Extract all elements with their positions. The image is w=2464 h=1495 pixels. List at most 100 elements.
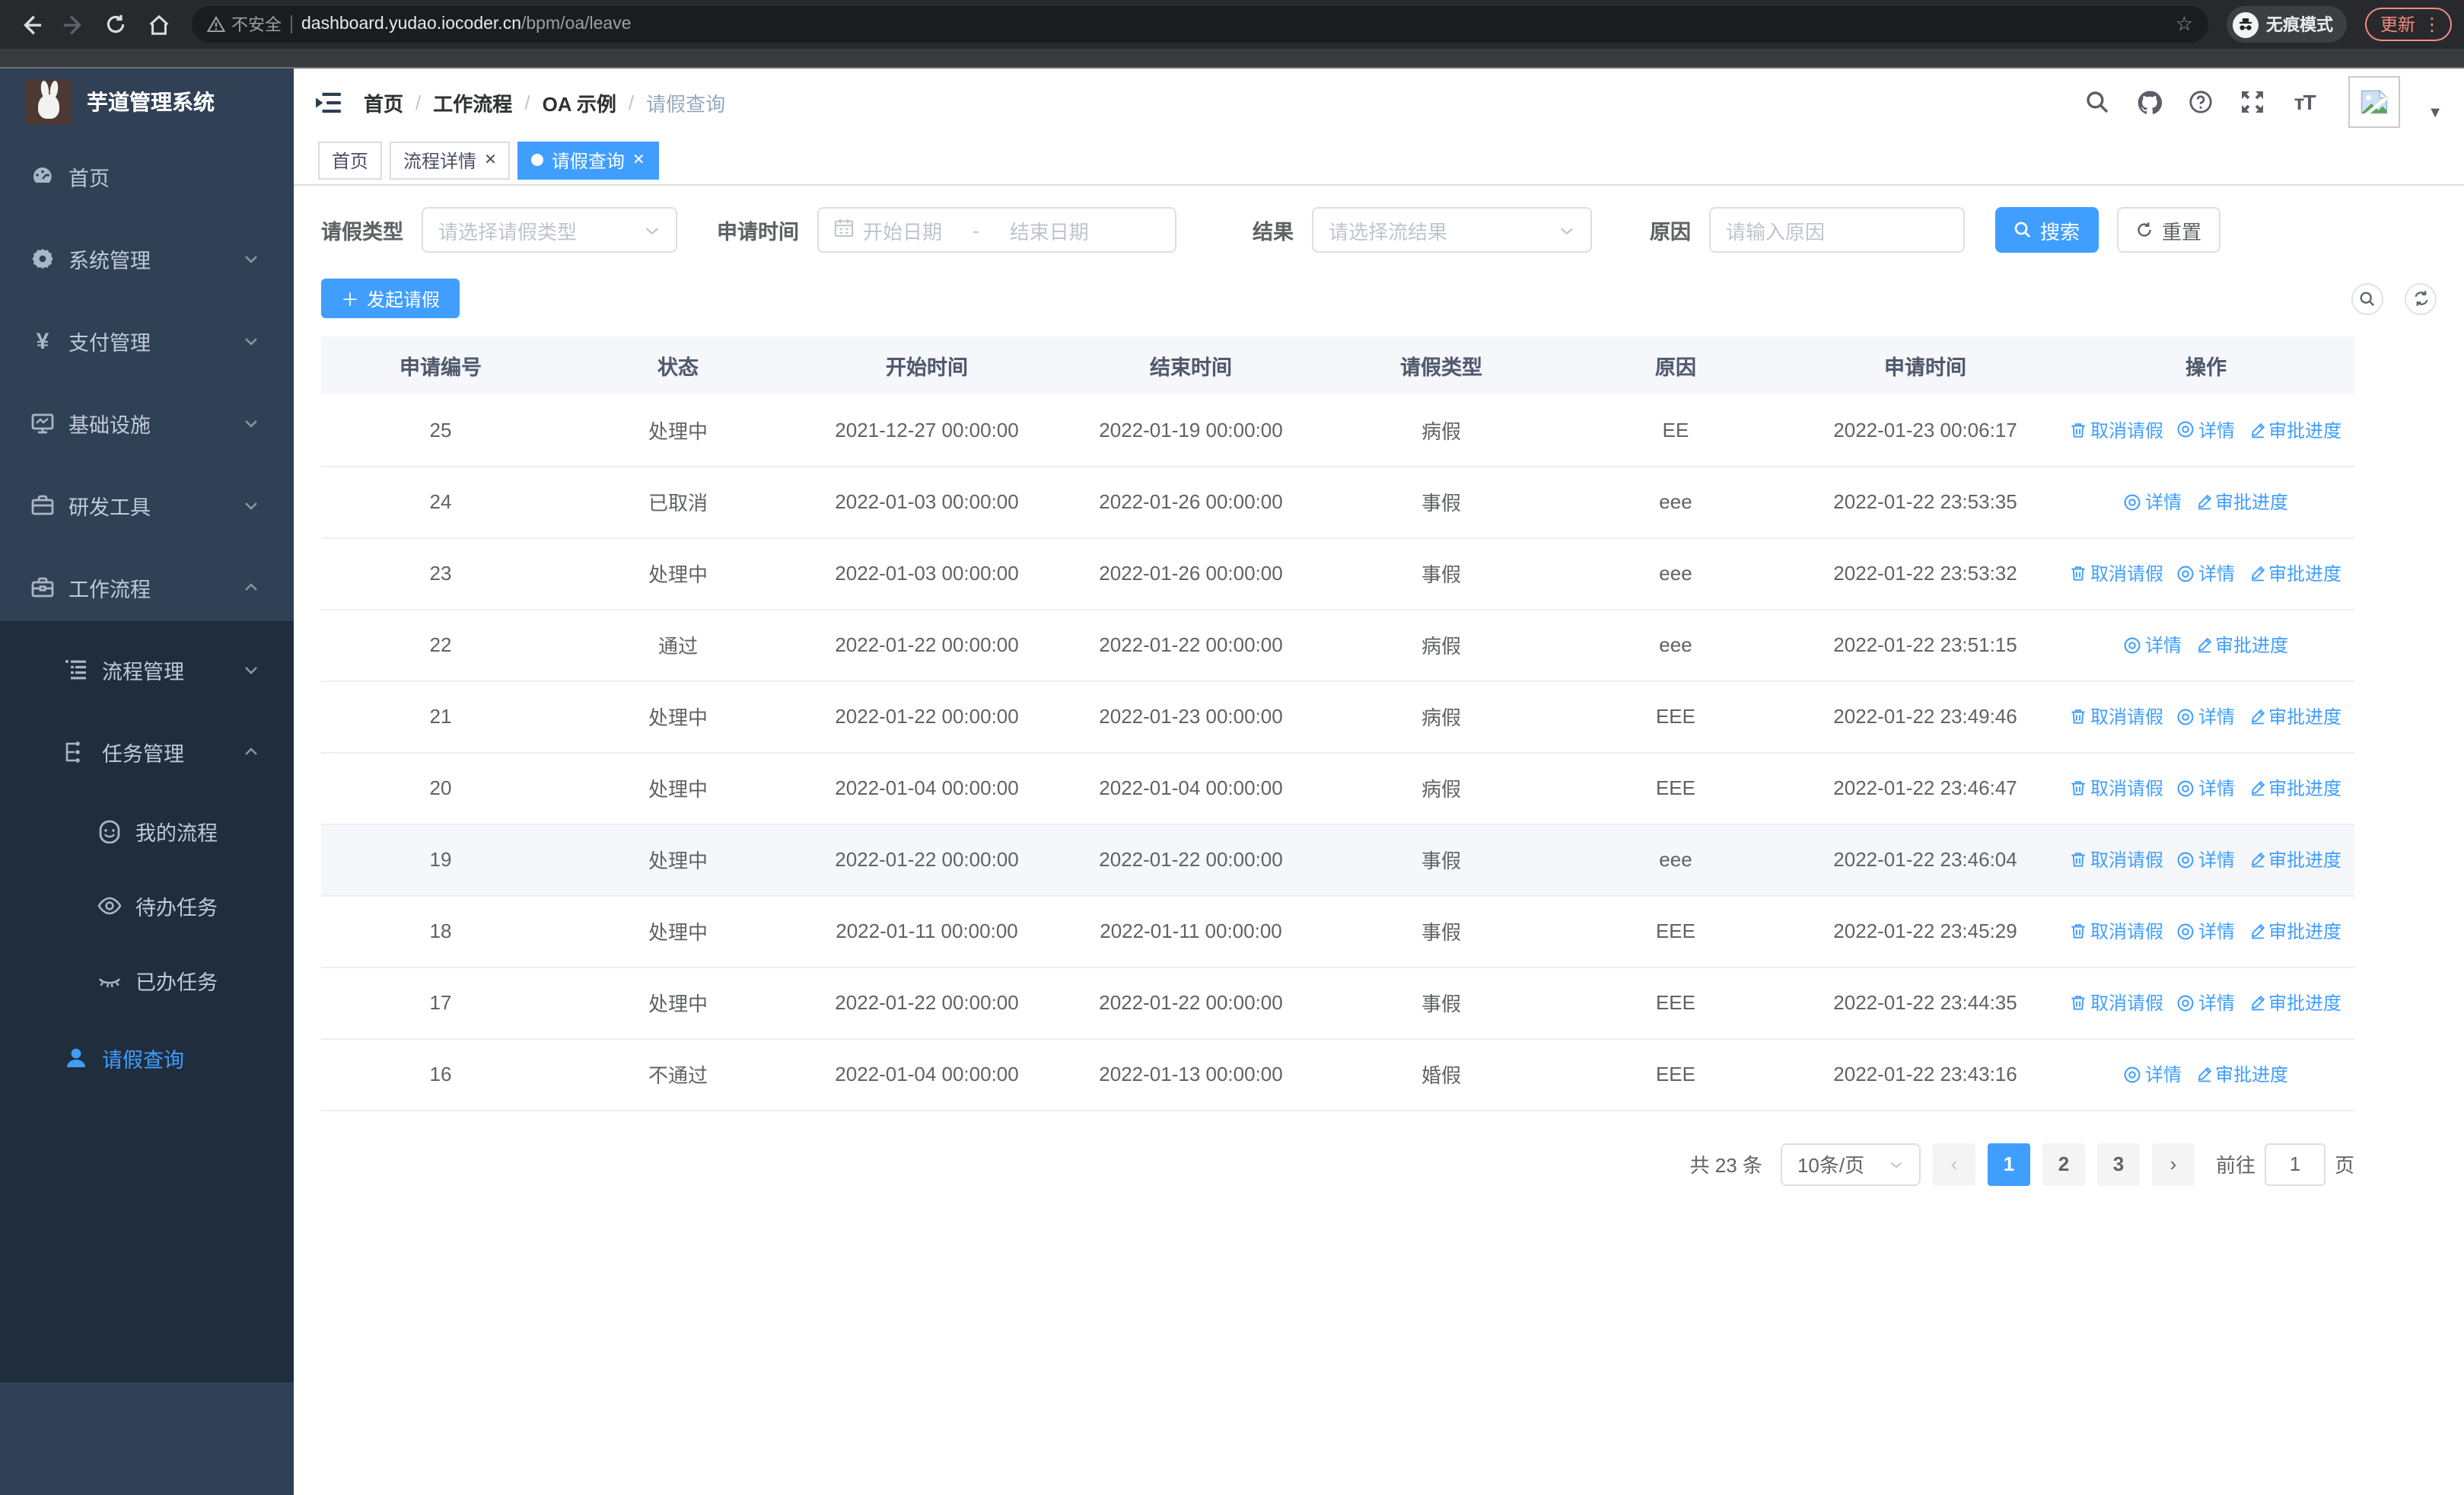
cancel-leave-link[interactable]: 取消请假 (2071, 918, 2163, 944)
logo[interactable]: 芋道管理系统 (0, 69, 294, 135)
github-icon[interactable] (2135, 88, 2163, 116)
show-search-toggle-button[interactable] (2351, 282, 2383, 314)
approval-progress-link[interactable]: 审批进度 (2249, 775, 2341, 801)
reset-button[interactable]: 重置 (2117, 207, 2220, 253)
page-button-2[interactable]: 2 (2042, 1143, 2085, 1185)
page-button-3[interactable]: 3 (2096, 1143, 2140, 1185)
table-row: 18 处理中 2022-01-11 00:00:00 2022-01-11 00:00… (321, 895, 2354, 967)
chevron-down-icon (242, 496, 260, 515)
approval-progress-link[interactable]: 审批进度 (2249, 918, 2341, 944)
sidebar-item-首页[interactable]: 首页 (0, 135, 294, 218)
cell-id: 23 (321, 537, 560, 610)
sidebar-item-工作流程[interactable]: 工作流程 (0, 547, 294, 629)
sidebar-item-流程管理[interactable]: 流程管理 (0, 629, 294, 711)
breadcrumb-item[interactable]: OA 示例 (543, 88, 616, 116)
search-icon (2360, 291, 2375, 306)
detail-link[interactable]: 详情 (2177, 560, 2235, 586)
approval-progress-link[interactable]: 审批进度 (2195, 1061, 2288, 1087)
sidebar-item-我的流程[interactable]: 我的流程 (0, 793, 294, 868)
browser-update-button[interactable]: 更新 ⋮ (2365, 8, 2452, 41)
approval-progress-link[interactable]: 审批进度 (2195, 632, 2288, 658)
goto-page-input[interactable]: 1 (2264, 1143, 2326, 1185)
page-size-select[interactable]: 10条/页 (1780, 1143, 1921, 1185)
result-select[interactable]: 请选择流结果 (1312, 207, 1592, 253)
sidebar-item-基础设施[interactable]: 基础设施 (0, 382, 294, 464)
cell-start-time: 2022-01-22 00:00:00 (796, 967, 1058, 1039)
pagination: 共 23 条 10条/页 ‹ 123 › 前往 1 页 (321, 1143, 2354, 1185)
approval-progress-link[interactable]: 审批进度 (2249, 846, 2341, 872)
breadcrumb-item[interactable]: 首页 (364, 88, 403, 116)
search-icon[interactable] (2084, 88, 2111, 116)
breadcrumb-item[interactable]: 工作流程 (433, 88, 512, 116)
approval-progress-link[interactable]: 审批进度 (2195, 489, 2288, 515)
detail-link[interactable]: 详情 (2177, 703, 2235, 729)
tab-流程详情[interactable]: 流程详情 ✕ (390, 141, 511, 179)
cell-end-time: 2022-01-22 00:00:00 (1058, 967, 1324, 1039)
close-icon[interactable]: ✕ (632, 151, 645, 168)
url-text[interactable]: dashboard.yudao.iocoder.cn/bpm/oa/leave (301, 15, 632, 33)
sidebar-item-支付管理[interactable]: ¥ 支付管理 (0, 300, 294, 382)
cell-leave-type: 病假 (1324, 394, 1558, 467)
detail-link[interactable]: 详情 (2124, 632, 2182, 658)
detail-link[interactable]: 详情 (2177, 775, 2235, 801)
home-icon[interactable] (140, 6, 177, 43)
cancel-leave-link[interactable]: 取消请假 (2071, 846, 2163, 872)
url-bar[interactable]: 不安全 dashboard.yudao.iocoder.cn/bpm/oa/le… (192, 6, 2208, 43)
cancel-leave-link[interactable]: 取消请假 (2071, 560, 2163, 586)
cancel-leave-link[interactable]: 取消请假 (2071, 703, 2163, 729)
cell-end-time: 2022-01-04 00:00:00 (1058, 752, 1324, 824)
sidebar-item-请假查询[interactable]: 请假查询 (0, 1017, 294, 1099)
close-icon[interactable]: ✕ (484, 151, 497, 168)
create-leave-button[interactable]: ＋ 发起请假 (321, 279, 460, 318)
next-page-button[interactable]: › (2151, 1143, 2195, 1185)
search-button[interactable]: 搜索 (1995, 207, 2099, 253)
leave-type-select[interactable]: 请选择请假类型 (422, 207, 677, 253)
sidebar-collapse-icon[interactable] (312, 87, 342, 117)
url-divider (291, 15, 292, 33)
reason-input[interactable]: 请输入原因 (1709, 207, 1965, 253)
cell-apply-time: 2022-01-22 23:46:04 (1793, 824, 2058, 896)
tab-首页[interactable]: 首页 (318, 141, 383, 179)
detail-link[interactable]: 详情 (2177, 990, 2235, 1015)
sidebar-item-系统管理[interactable]: 系统管理 (0, 218, 294, 300)
detail-link[interactable]: 详情 (2124, 489, 2182, 515)
detail-link[interactable]: 详情 (2177, 918, 2235, 944)
avatar[interactable] (2348, 76, 2401, 128)
approval-progress-link[interactable]: 审批进度 (2249, 560, 2341, 586)
apply-time-range-picker[interactable]: 开始日期 - 结束日期 (817, 207, 1176, 253)
back-icon[interactable] (12, 6, 49, 43)
cell-status: 处理中 (560, 394, 796, 467)
font-size-icon[interactable]: ᴛT (2291, 88, 2318, 116)
detail-link[interactable]: 详情 (2124, 1061, 2182, 1087)
sidebar-item-已办任务[interactable]: 已办任务 (0, 942, 294, 1017)
reload-icon[interactable] (97, 6, 134, 43)
detail-link[interactable]: 详情 (2177, 417, 2235, 443)
sidebar-item-任务管理[interactable]: 任务管理 (0, 711, 294, 793)
cancel-leave-link[interactable]: 取消请假 (2071, 775, 2163, 801)
refresh-table-button[interactable] (2405, 282, 2437, 314)
sidebar-menu: 首页 系统管理 ¥ 支付管理 基础设施 研发工具 工作流程 流程管理 任务管理 我的流程 待办任务已… (0, 135, 294, 1099)
security-warning-icon[interactable]: 不安全 (207, 12, 282, 37)
approval-progress-link[interactable]: 审批进度 (2249, 990, 2341, 1015)
fullscreen-icon[interactable] (2239, 88, 2266, 116)
browser-menu-icon[interactable]: ⋮ (2423, 14, 2441, 35)
sidebar-item-研发工具[interactable]: 研发工具 (0, 464, 294, 547)
cell-end-time: 2022-01-19 00:00:00 (1058, 394, 1324, 467)
incognito-label: 无痕模式 (2266, 17, 2333, 35)
column-header: 原因 (1558, 336, 1793, 394)
help-icon[interactable] (2187, 88, 2214, 116)
approval-progress-link[interactable]: 审批进度 (2249, 417, 2341, 443)
tab-请假查询[interactable]: 请假查询 ✕ (517, 141, 659, 179)
cancel-leave-link[interactable]: 取消请假 (2071, 990, 2163, 1015)
approval-progress-link[interactable]: 审批进度 (2249, 703, 2341, 729)
detail-link[interactable]: 详情 (2177, 846, 2235, 872)
avatar-caret-icon[interactable]: ▼ (2427, 105, 2443, 128)
sidebar-item-待办任务[interactable]: 待办任务 (0, 868, 294, 942)
bookmark-star-icon[interactable]: ☆ (2176, 12, 2193, 37)
sidebar-item-label: 已办任务 (135, 971, 218, 993)
prev-page-button[interactable]: ‹ (1932, 1143, 1975, 1185)
cancel-leave-link[interactable]: 取消请假 (2071, 417, 2163, 443)
forward-icon[interactable] (55, 6, 91, 43)
column-header: 操作 (2058, 336, 2354, 394)
page-button-1[interactable]: 1 (1987, 1143, 2030, 1185)
